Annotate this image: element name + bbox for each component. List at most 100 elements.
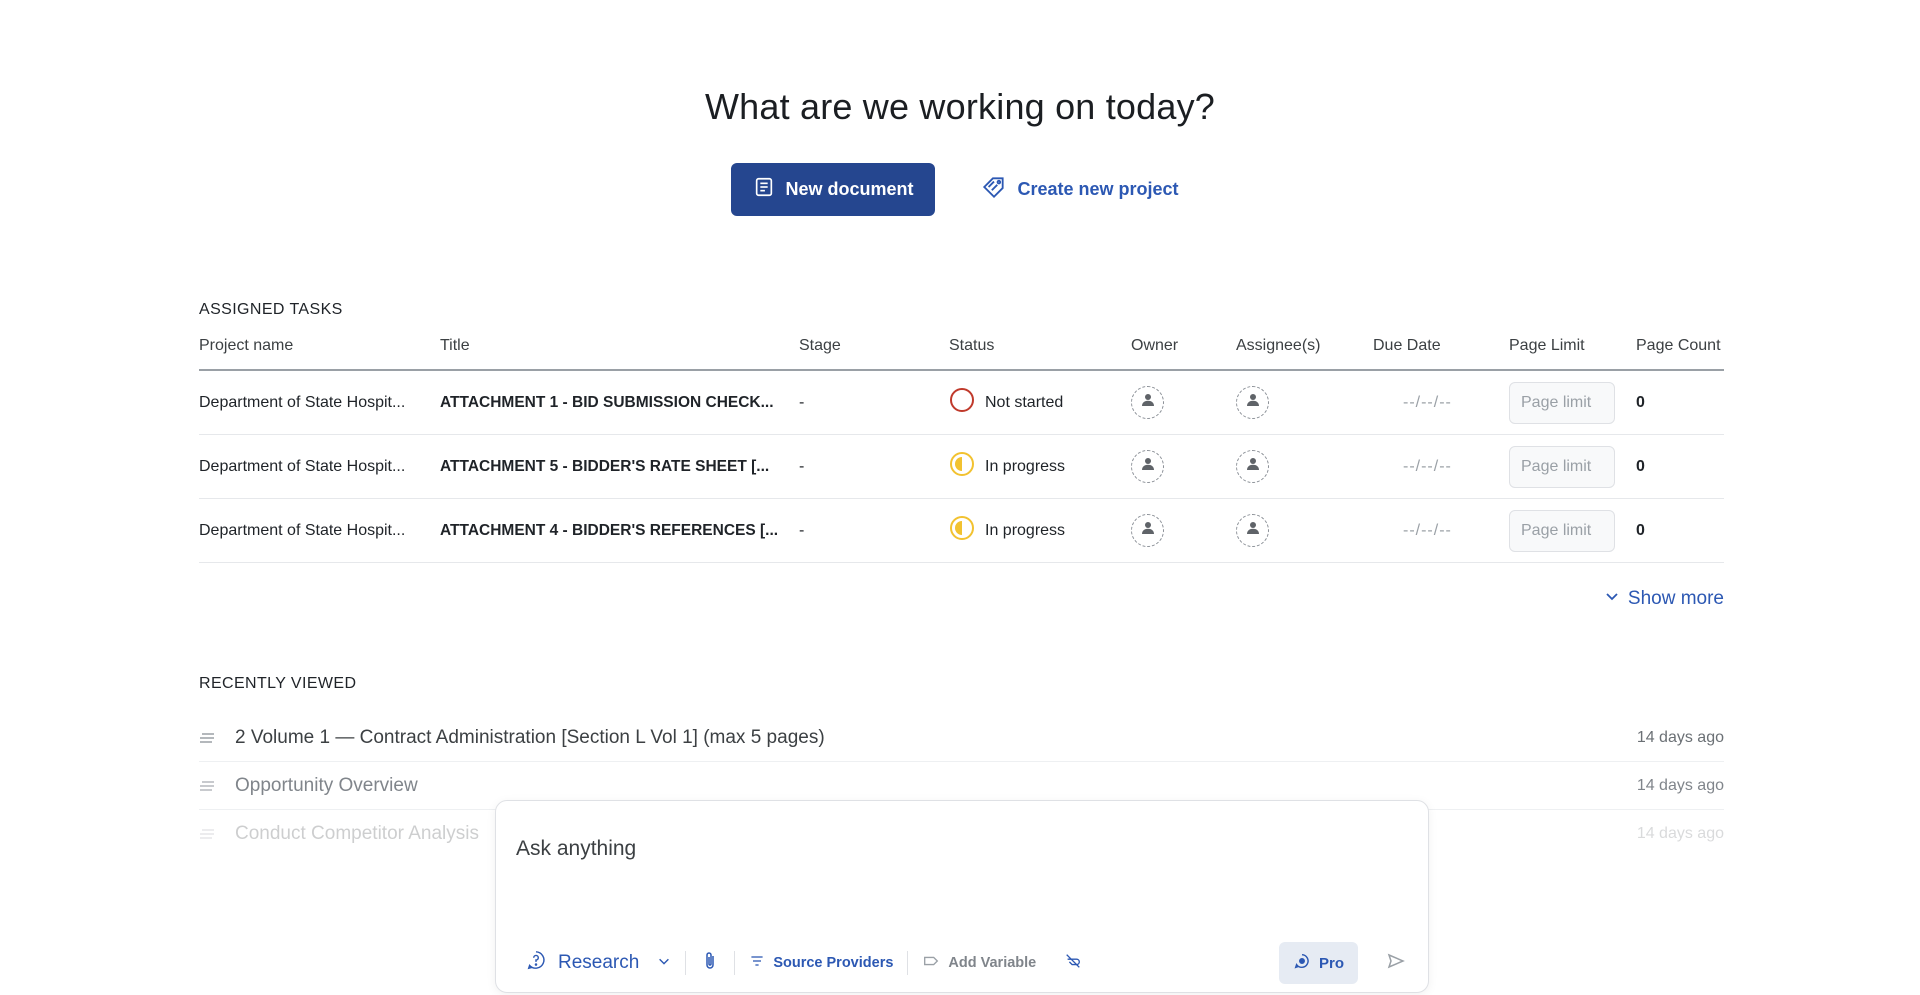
brain-icon: [1293, 952, 1311, 974]
user-icon: [1139, 391, 1157, 414]
table-row[interactable]: Department of State Hospit... ATTACHMENT…: [199, 371, 1724, 435]
col-project-name[interactable]: Project name: [199, 337, 440, 355]
col-owner[interactable]: Owner: [1131, 337, 1236, 355]
filter-icon: [749, 953, 765, 973]
status-cell[interactable]: In progress: [949, 451, 1131, 482]
owner-cell: [1131, 386, 1236, 419]
status-label: Not started: [985, 393, 1064, 411]
col-page-limit[interactable]: Page Limit: [1509, 337, 1636, 355]
table-row[interactable]: Department of State Hospit... ATTACHMENT…: [199, 499, 1724, 563]
title-cell[interactable]: ATTACHMENT 4 - BIDDER'S REFERENCES [...: [440, 522, 799, 540]
composer-toolbar: Research Source Providers Add Variable P…: [526, 941, 1406, 985]
page-count-cell: 0: [1636, 521, 1645, 539]
stage-cell[interactable]: -: [799, 394, 949, 412]
send-button[interactable]: [1386, 951, 1406, 976]
assigned-tasks-table: Project name Title Stage Status Owner As…: [199, 337, 1724, 563]
recent-item-time: 14 days ago: [1636, 776, 1724, 794]
create-project-label: Create new project: [1017, 179, 1179, 199]
page-limit-input[interactable]: [1509, 381, 1615, 424]
recent-item-time: 14 days ago: [1636, 728, 1724, 746]
user-icon: [1139, 455, 1157, 478]
stage-cell[interactable]: -: [799, 458, 949, 476]
ask-input[interactable]: [516, 837, 1396, 861]
hand-off-icon: [1064, 952, 1082, 975]
page-limit-cell: [1509, 381, 1636, 424]
assignee-avatar[interactable]: [1236, 450, 1269, 483]
col-stage[interactable]: Stage: [799, 337, 949, 355]
send-icon: [1386, 951, 1406, 976]
user-icon: [1244, 455, 1262, 478]
col-due-date[interactable]: Due Date: [1373, 337, 1509, 355]
recent-item-time: 14 days ago: [1636, 825, 1724, 842]
recently-viewed-heading: RECENTLY VIEWED: [199, 675, 357, 692]
source-providers-button[interactable]: Source Providers: [749, 953, 893, 973]
create-project-button[interactable]: Create new project: [971, 163, 1188, 216]
due-date-cell[interactable]: --/--/--: [1373, 458, 1509, 476]
chat-composer: Research Source Providers Add Variable: [495, 800, 1429, 993]
research-mode-label: Research: [558, 952, 640, 973]
owner-avatar[interactable]: [1131, 386, 1164, 419]
project-name-cell[interactable]: Department of State Hospit...: [199, 458, 440, 476]
divider: [685, 951, 687, 975]
recent-item-title: 2 Volume 1 — Contract Administration [Se…: [235, 726, 825, 748]
table-row[interactable]: Department of State Hospit... ATTACHMENT…: [199, 435, 1724, 499]
project-name-cell[interactable]: Department of State Hospit...: [199, 522, 440, 540]
assigned-tasks-heading: ASSIGNED TASKS: [199, 301, 343, 318]
attach-button[interactable]: [700, 951, 720, 976]
text-lines-icon: [199, 729, 235, 747]
assignee-cell: [1236, 386, 1373, 419]
page-limit-input[interactable]: [1509, 509, 1615, 552]
label-tag-icon: [922, 952, 940, 974]
divider: [907, 951, 909, 975]
col-page-count[interactable]: Page Count: [1636, 337, 1724, 355]
list-item[interactable]: 2 Volume 1 — Contract Administration [Se…: [199, 714, 1724, 762]
assignee-cell: [1236, 450, 1373, 483]
not-started-icon: [949, 387, 975, 418]
text-lines-icon: [199, 825, 235, 843]
new-document-button[interactable]: New document: [731, 163, 936, 216]
pro-mode-button[interactable]: Pro: [1278, 942, 1358, 984]
page-limit-cell: [1509, 445, 1636, 488]
chevron-down-icon: [1604, 588, 1620, 610]
new-document-label: New document: [785, 179, 914, 199]
due-date-cell[interactable]: --/--/--: [1373, 522, 1509, 540]
page-count-cell: 0: [1636, 457, 1645, 475]
due-date-cell[interactable]: --/--/--: [1373, 394, 1509, 412]
chevron-down-icon: [657, 952, 671, 974]
assignee-cell: [1236, 514, 1373, 547]
text-lines-icon: [199, 777, 235, 795]
col-status[interactable]: Status: [949, 337, 1131, 355]
title-cell[interactable]: ATTACHMENT 1 - BID SUBMISSION CHECK...: [440, 394, 799, 412]
owner-avatar[interactable]: [1131, 450, 1164, 483]
assignee-avatar[interactable]: [1236, 386, 1269, 419]
divider: [734, 951, 736, 975]
show-more-label: Show more: [1627, 588, 1724, 609]
owner-avatar[interactable]: [1131, 514, 1164, 547]
document-icon: [753, 176, 775, 203]
research-mode-dropdown[interactable]: Research: [526, 950, 671, 976]
assignee-avatar[interactable]: [1236, 514, 1269, 547]
stage-cell[interactable]: -: [799, 522, 949, 540]
col-title[interactable]: Title: [440, 337, 799, 355]
page-limit-input[interactable]: [1509, 445, 1615, 488]
pro-label: Pro: [1318, 954, 1344, 972]
disabled-hand-button[interactable]: [1064, 952, 1082, 975]
question-bubble-icon: [526, 950, 546, 976]
page-limit-cell: [1509, 509, 1636, 552]
page-title: What are we working on today?: [704, 86, 1216, 127]
col-assignees[interactable]: Assignee(s): [1236, 337, 1373, 355]
owner-cell: [1131, 450, 1236, 483]
owner-cell: [1131, 514, 1236, 547]
status-label: In progress: [985, 457, 1066, 475]
primary-actions: New document Create new project: [0, 163, 1920, 216]
add-variable-label: Add Variable: [948, 955, 1037, 971]
status-cell[interactable]: In progress: [949, 515, 1131, 546]
in-progress-icon: [949, 515, 975, 546]
show-more-button[interactable]: Show more: [1604, 588, 1724, 610]
status-cell[interactable]: Not started: [949, 387, 1131, 418]
add-variable-button[interactable]: Add Variable: [922, 952, 1036, 974]
tag-icon: [981, 174, 1007, 205]
title-cell[interactable]: ATTACHMENT 5 - BIDDER'S RATE SHEET [...: [440, 458, 799, 476]
project-name-cell[interactable]: Department of State Hospit...: [199, 394, 440, 412]
recent-item-title: Opportunity Overview: [235, 774, 418, 796]
